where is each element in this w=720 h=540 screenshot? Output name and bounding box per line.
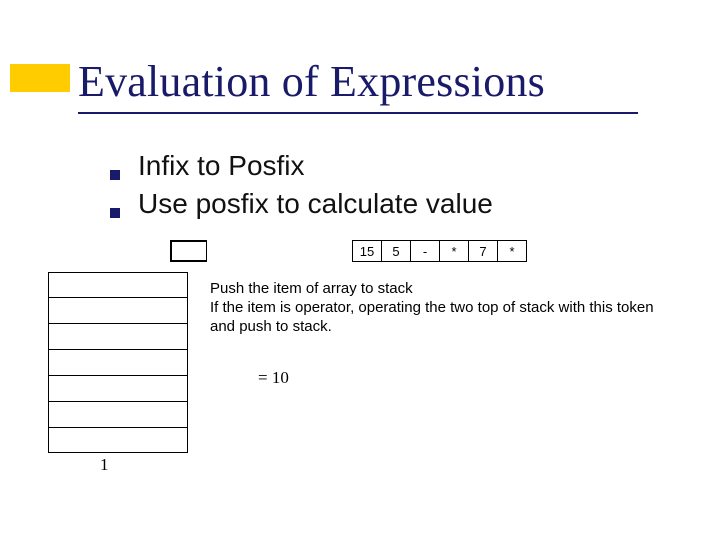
stack-cell [48,376,188,402]
token-row: 15 5 - * 7 * [170,240,527,262]
token-cell [323,240,353,262]
description-text: Push the item of array to stack If the i… [210,280,680,336]
accent-bar [10,64,70,92]
token-cell [207,240,237,262]
stack-bottom-label: 1 [100,455,109,475]
bullet-list: Infix to Posfix Use posfix to calculate … [110,150,493,226]
bullet-item: Use posfix to calculate value [110,188,493,220]
stack-cell [48,350,188,376]
stack-cell [48,324,188,350]
token-cell [265,240,295,262]
slide: Evaluation of Expressions Infix to Posfi… [0,0,720,540]
stack-cell [48,272,188,298]
square-bullet-icon [110,170,120,180]
token-cell: 15 [352,240,382,262]
token-cell: 7 [468,240,498,262]
token-cell: * [439,240,469,262]
token-cell [170,240,208,262]
stack-cell [48,428,188,453]
token-cell: - [410,240,440,262]
stack-cell [48,402,188,428]
stack [48,272,188,453]
token-cell [236,240,266,262]
square-bullet-icon [110,208,120,218]
slide-title: Evaluation of Expressions [78,56,545,107]
result-text: = 10 [258,368,289,388]
token-cell [294,240,324,262]
stack-cell [48,298,188,324]
token-cell: * [497,240,527,262]
bullet-text: Use posfix to calculate value [138,188,493,220]
desc-line: Push the item of array to stack [210,280,413,297]
desc-line: If the item is operator, operating the t… [210,299,654,335]
token-cell: 5 [381,240,411,262]
bullet-item: Infix to Posfix [110,150,493,182]
bullet-text: Infix to Posfix [138,150,305,182]
title-underline [78,112,638,114]
